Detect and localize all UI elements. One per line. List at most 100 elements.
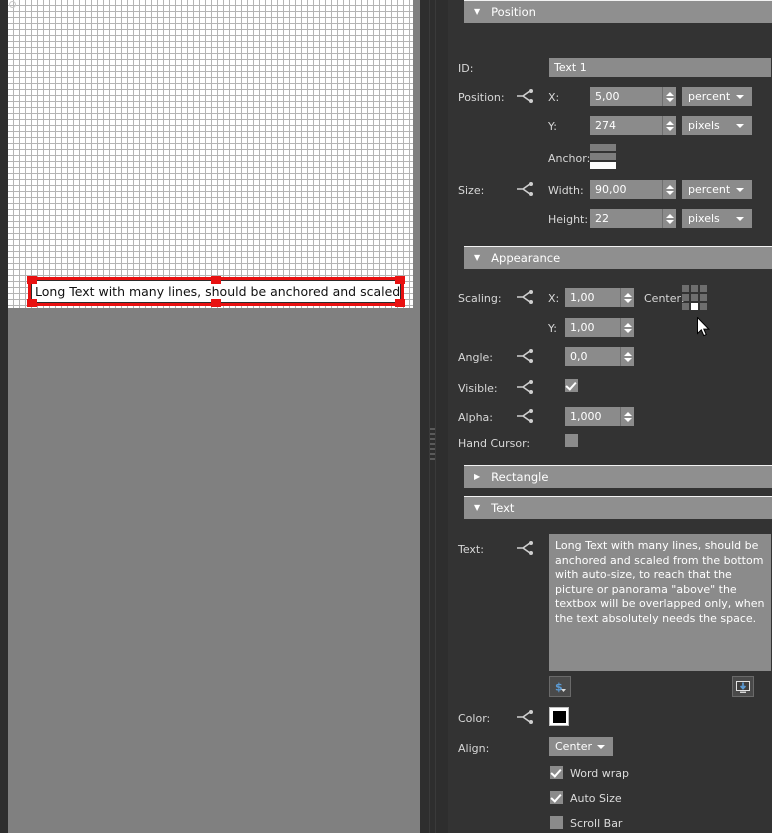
section-header-position[interactable]: ▼ Position xyxy=(464,0,772,23)
center-cell-tl[interactable] xyxy=(682,285,689,292)
link-node-icon-text[interactable] xyxy=(516,541,534,555)
selected-textbox[interactable]: Long Text with many lines, should be anc… xyxy=(27,276,405,307)
section-title-text: Text xyxy=(491,501,515,515)
anchor-row-middle[interactable] xyxy=(590,153,616,160)
section-header-rectangle[interactable]: ▶ Rectangle xyxy=(464,465,772,488)
height-input[interactable] xyxy=(590,209,662,228)
properties-panel: ▼ Position ID: Position: X: percent xyxy=(448,0,772,833)
align-value: Center xyxy=(555,740,593,753)
resize-handle-bottom-center[interactable] xyxy=(211,299,221,307)
scaling-x-stepper[interactable] xyxy=(620,288,634,307)
text-color-swatch[interactable] xyxy=(549,707,569,726)
center-cell-tr[interactable] xyxy=(700,285,707,292)
position-x-unit-value: percent xyxy=(688,90,731,103)
label-text: Text: xyxy=(458,543,484,556)
link-node-icon-scaling[interactable] xyxy=(516,290,534,304)
link-node-icon-visible[interactable] xyxy=(516,380,534,394)
label-position-x: X: xyxy=(548,91,560,104)
center-cell-br[interactable] xyxy=(700,303,707,310)
center-cell-tc[interactable] xyxy=(691,285,698,292)
panel-splitter[interactable] xyxy=(420,0,448,833)
resize-handle-top-right[interactable] xyxy=(395,276,405,284)
center-cell-mc[interactable] xyxy=(691,294,698,301)
height-unit-value: pixels xyxy=(688,212,720,225)
chevron-down-icon-x-unit xyxy=(736,94,744,99)
anchor-row-bottom-selected[interactable] xyxy=(590,162,616,169)
angle-input[interactable] xyxy=(565,347,620,366)
center-cell-ml[interactable] xyxy=(682,294,689,301)
link-node-icon-alpha[interactable] xyxy=(516,409,534,423)
text-content-textarea[interactable] xyxy=(549,534,771,671)
visible-checkbox[interactable] xyxy=(565,379,578,392)
position-x-input[interactable] xyxy=(590,87,662,106)
width-stepper[interactable] xyxy=(662,180,676,199)
canvas-origin-marker xyxy=(9,1,16,8)
link-node-icon-position[interactable] xyxy=(516,89,534,103)
anchor-selector[interactable] xyxy=(590,144,616,169)
link-node-icon-angle[interactable] xyxy=(516,349,534,363)
alpha-input[interactable] xyxy=(565,407,620,426)
label-visible: Visible: xyxy=(458,382,498,395)
label-scaling: Scaling: xyxy=(458,292,502,305)
hand-cursor-checkbox[interactable] xyxy=(565,434,578,447)
label-scaling-x: X: xyxy=(548,292,560,305)
position-y-input[interactable] xyxy=(590,116,662,135)
angle-stepper[interactable] xyxy=(620,347,634,366)
position-x-stepper[interactable] xyxy=(662,87,676,106)
center-cell-mr[interactable] xyxy=(700,294,707,301)
chevron-right-icon-rectangle: ▶ xyxy=(474,472,481,481)
resize-handle-bottom-right[interactable] xyxy=(395,299,405,307)
position-y-unit-dropdown[interactable]: pixels xyxy=(682,116,752,135)
resize-handle-top-center[interactable] xyxy=(211,276,221,284)
label-alpha: Alpha: xyxy=(458,411,493,424)
resize-handle-top-left[interactable] xyxy=(27,276,37,284)
position-y-stepper[interactable] xyxy=(662,116,676,135)
label-hand-cursor: Hand Cursor: xyxy=(458,437,531,450)
scaling-y-stepper[interactable] xyxy=(620,318,634,337)
height-unit-dropdown[interactable]: pixels xyxy=(682,209,752,228)
link-node-icon-color[interactable] xyxy=(516,710,534,724)
section-header-text[interactable]: ▼ Text xyxy=(464,496,772,519)
editor-left-gutter xyxy=(0,0,8,833)
stage-background[interactable]: Long Text with many lines, should be anc… xyxy=(8,0,420,833)
auto-size-checkbox[interactable] xyxy=(550,791,563,804)
resize-handle-bottom-left[interactable] xyxy=(27,299,37,307)
splitter-grip[interactable] xyxy=(430,428,435,462)
center-anchor-grid[interactable] xyxy=(682,285,707,310)
align-dropdown[interactable]: Center xyxy=(549,737,613,756)
link-node-icon-size[interactable] xyxy=(516,182,534,196)
editor-area: Long Text with many lines, should be anc… xyxy=(0,0,420,833)
application-window: Long Text with many lines, should be anc… xyxy=(0,0,772,833)
label-anchor: Anchor: xyxy=(548,152,591,165)
word-wrap-checkbox[interactable] xyxy=(550,766,563,779)
insert-variable-button[interactable]: $ xyxy=(549,676,571,697)
section-header-appearance[interactable]: ▼ Appearance xyxy=(464,246,772,269)
splitter-line-right xyxy=(435,0,436,833)
width-input[interactable] xyxy=(590,180,662,199)
center-cell-bc-selected[interactable] xyxy=(691,303,698,310)
center-cell-bl[interactable] xyxy=(682,303,689,310)
height-stepper[interactable] xyxy=(662,209,676,228)
scroll-bar-label: Scroll Bar xyxy=(570,817,623,830)
scaling-y-input[interactable] xyxy=(565,318,620,337)
width-unit-value: percent xyxy=(688,183,731,196)
label-align: Align: xyxy=(458,742,490,755)
id-input[interactable] xyxy=(549,58,771,77)
label-size: Size: xyxy=(458,184,485,197)
position-x-unit-dropdown[interactable]: percent xyxy=(682,87,752,106)
label-width: Width: xyxy=(548,184,584,197)
anchor-row-top[interactable] xyxy=(590,144,616,151)
scroll-bar-checkbox[interactable] xyxy=(550,816,563,829)
grid-canvas[interactable] xyxy=(8,0,413,308)
scaling-x-input[interactable] xyxy=(565,288,620,307)
label-position-y: Y: xyxy=(548,120,557,133)
import-screen-icon xyxy=(736,680,750,693)
label-color: Color: xyxy=(458,712,491,725)
dollar-variable-icon: $ xyxy=(555,681,566,694)
width-unit-dropdown[interactable]: percent xyxy=(682,180,752,199)
import-text-button[interactable] xyxy=(732,676,754,697)
svg-text:$: $ xyxy=(555,681,563,694)
alpha-stepper[interactable] xyxy=(620,407,634,426)
color-swatch-fill xyxy=(552,710,566,723)
splitter-line-left xyxy=(429,0,430,833)
